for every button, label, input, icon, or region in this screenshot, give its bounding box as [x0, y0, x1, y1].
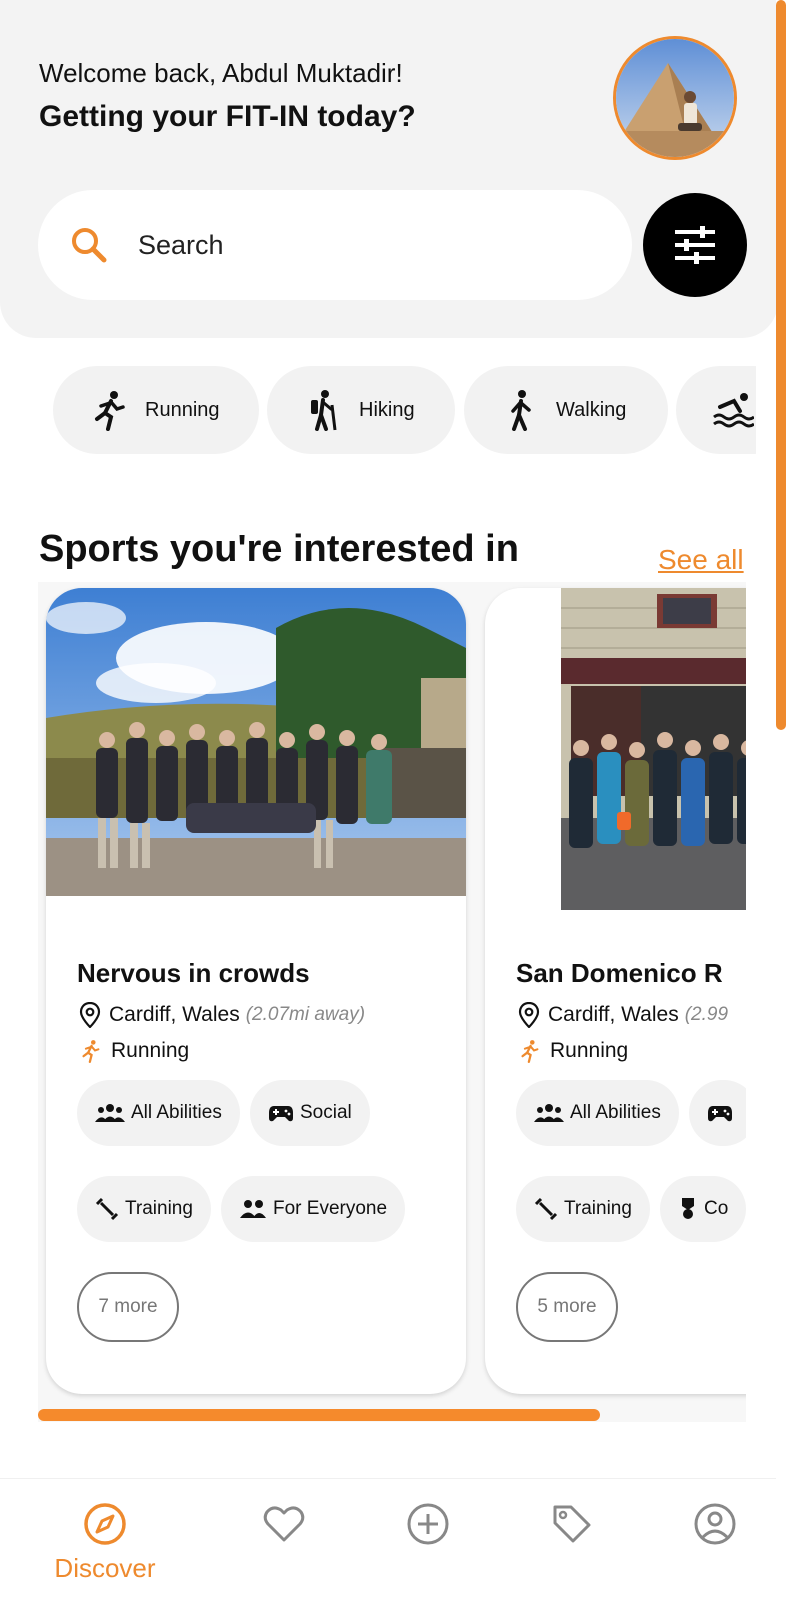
search-bar[interactable]	[38, 190, 632, 300]
running-icon	[82, 1040, 100, 1063]
event-card[interactable]: San Domenico R Cardiff, Wales (2.99 Runn…	[485, 588, 746, 1394]
activity-chip-running[interactable]: Running	[53, 366, 259, 454]
nav-create[interactable]	[353, 1479, 503, 1600]
see-all-link[interactable]: See all	[658, 544, 744, 576]
group-icon	[534, 1104, 564, 1122]
page-title: Getting your FIT-IN today?	[39, 100, 416, 133]
add-circle-icon	[407, 1503, 449, 1545]
activity-chip-label: Hiking	[359, 398, 415, 421]
event-sport: Running	[79, 1038, 189, 1064]
activity-chip-walking[interactable]: Walking	[464, 366, 668, 454]
cards-carousel[interactable]: Nervous in crowds Cardiff, Wales (2.07mi…	[38, 582, 746, 1422]
distance-text: (2.07mi away)	[245, 1004, 366, 1025]
event-location: Cardiff, Wales (2.07mi away)	[79, 1002, 365, 1028]
activity-chip-label: Running	[145, 398, 220, 421]
heart-icon	[263, 1506, 305, 1542]
tag-label: Co	[704, 1198, 729, 1219]
tag-training[interactable]: Training	[516, 1176, 650, 1242]
event-location: Cardiff, Wales (2.99	[518, 1002, 728, 1028]
tag-for-everyone[interactable]: For Everyone	[221, 1176, 406, 1242]
search-icon	[72, 228, 107, 263]
avatar-photo	[616, 39, 734, 157]
tag-social[interactable]	[689, 1080, 746, 1146]
location-text: Cardiff, Wales	[548, 1003, 679, 1026]
event-sport: Running	[518, 1038, 628, 1064]
tag-label: Training	[125, 1198, 193, 1219]
nav-profile[interactable]	[640, 1479, 786, 1600]
avatar[interactable]	[613, 36, 737, 160]
carousel-scroll-indicator[interactable]	[38, 1409, 600, 1421]
group-icon	[95, 1104, 125, 1122]
tag-label: Social	[300, 1102, 352, 1123]
medal-icon	[682, 1198, 694, 1219]
tag-all-abilities[interactable]: All Abilities	[516, 1080, 679, 1146]
profile-icon	[694, 1503, 736, 1545]
nav-discover-label: Discover	[54, 1553, 156, 1583]
swimming-icon	[713, 393, 754, 428]
gamepad-icon	[708, 1106, 732, 1122]
event-card[interactable]: Nervous in crowds Cardiff, Wales (2.07mi…	[46, 588, 466, 1394]
tag-label: Training	[564, 1198, 632, 1219]
event-photo	[561, 588, 746, 910]
compass-icon	[84, 1503, 126, 1545]
walking-icon	[511, 390, 531, 431]
location-pin-icon	[79, 1002, 101, 1028]
tag-all-abilities[interactable]: All Abilities	[77, 1080, 240, 1146]
dumbbell-icon	[95, 1197, 119, 1221]
location-text: Cardiff, Wales	[109, 1003, 240, 1026]
welcome-text: Welcome back, Abdul Muktadir!	[39, 58, 403, 88]
location-pin-icon	[518, 1002, 540, 1028]
distance-text: (2.99	[684, 1004, 729, 1025]
more-tags-button[interactable]: 7 more	[77, 1272, 179, 1342]
sliders-icon	[675, 226, 715, 264]
tag-social[interactable]: Social	[250, 1080, 370, 1146]
activity-chip-label: Walking	[556, 398, 627, 421]
scrollbar-thumb[interactable]	[776, 0, 786, 730]
hiking-icon	[311, 390, 337, 431]
nav-favorites[interactable]	[209, 1479, 359, 1600]
activity-chip-swimming[interactable]	[676, 366, 756, 454]
sport-text: Running	[550, 1039, 629, 1062]
dumbbell-icon	[534, 1197, 558, 1221]
filter-button[interactable]	[643, 193, 747, 297]
event-title: San Domenico R	[516, 958, 723, 988]
search-input[interactable]	[138, 222, 578, 268]
tag-label: All Abilities	[131, 1102, 222, 1123]
event-title: Nervous in crowds	[77, 958, 310, 988]
event-photo	[46, 588, 466, 896]
bottom-nav: Discover	[0, 1478, 776, 1600]
running-icon	[521, 1040, 539, 1063]
tag-competitive[interactable]: Co	[660, 1176, 746, 1242]
sport-text: Running	[111, 1039, 190, 1062]
activity-chips: Running Hiking Walking	[0, 366, 756, 454]
more-tags-button[interactable]: 5 more	[516, 1272, 618, 1342]
activity-chip-hiking[interactable]: Hiking	[267, 366, 455, 454]
tag-label: For Everyone	[273, 1198, 388, 1219]
tags-icon	[553, 1505, 591, 1543]
tag-label: All Abilities	[570, 1102, 661, 1123]
section-title: Sports you're interested in	[39, 528, 519, 570]
gamepad-icon	[269, 1106, 293, 1122]
running-icon	[95, 391, 125, 431]
tag-training[interactable]: Training	[77, 1176, 211, 1242]
nav-discover[interactable]: Discover	[30, 1479, 180, 1600]
people-icon	[240, 1200, 266, 1218]
nav-tags[interactable]	[497, 1479, 647, 1600]
